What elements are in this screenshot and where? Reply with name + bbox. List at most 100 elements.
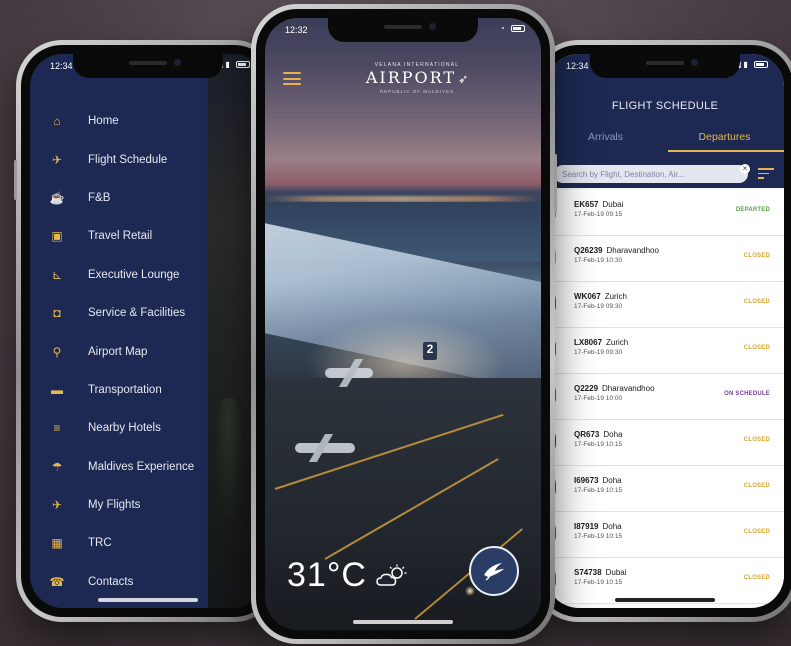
phone-home: 12:32 ◔ 2 VELANA INTERNATIONAL AIRPORT ➶ …: [251, 4, 557, 644]
status-time: 12:34: [50, 61, 73, 71]
flight-destination: Zurich: [606, 338, 629, 347]
menu-item-label: Contacts: [88, 575, 134, 588]
lounge-chair-icon: ⊾: [51, 267, 63, 282]
home-indicator[interactable]: [98, 598, 198, 602]
filter-icon[interactable]: [758, 168, 774, 180]
plane-takeoff-icon: ✈: [51, 498, 63, 513]
flight-number: Q26239: [574, 246, 603, 255]
menu-screen: 12:34 ▮▮ ⌂ Home ✈ Flight Schedule ☕ F&B ▣ Trave…: [30, 54, 266, 608]
flight-destination: Doha: [602, 476, 622, 485]
bird-logo-icon: [484, 563, 504, 581]
flight-destination: Dharavandhoo: [602, 384, 655, 393]
notch: [590, 54, 740, 78]
flight-number: EK657: [574, 200, 599, 209]
bus-icon: ▬: [51, 382, 63, 397]
menu-item-label: Service & Facilities: [88, 307, 186, 320]
menu-item-service-facilities[interactable]: ◘ Service & Facilities: [30, 294, 208, 332]
palm-tree-image: [214, 398, 244, 518]
map-pin-icon: ⚲: [52, 344, 62, 359]
contacts-icon: ☎: [49, 574, 65, 589]
flight-destination: Doha: [603, 430, 623, 439]
menu-item-travel-retail[interactable]: ▣ Travel Retail: [30, 217, 208, 255]
flight-number: I87919: [574, 522, 599, 531]
flight-number: S74738: [574, 568, 602, 577]
status-badge: CLOSED: [743, 483, 770, 489]
plane-icon: ✈: [51, 152, 63, 167]
battery-icon: [511, 25, 525, 33]
flight-destination: Dubai: [605, 568, 627, 577]
status-badge: CLOSED: [743, 345, 770, 351]
menu-item-label: Executive Lounge: [88, 268, 180, 281]
flight-list: EK657 Dubai 17-Feb-19 09:15 DEPARTED Q26239 D…: [546, 190, 784, 604]
menu-item-transportation[interactable]: ▬ Transportation: [30, 371, 208, 409]
flight-number: WK067: [574, 292, 601, 301]
flight-destination: Dubai: [602, 200, 624, 209]
menu-item-my-flights[interactable]: ✈ My Flights: [30, 486, 208, 524]
flight-row[interactable]: Q2229 Dharavandhoo 17-Feb-19 10:00 ON SCHED…: [546, 374, 784, 420]
airplane-image: [325, 368, 373, 378]
notch: [73, 54, 223, 78]
page-title: FLIGHT SCHEDULE: [611, 100, 719, 112]
temperature: 31°C: [287, 556, 367, 594]
flight-row[interactable]: EK657 Dubai 17-Feb-19 09:15 DEPARTED: [546, 190, 784, 236]
status-badge: CLOSED: [743, 253, 770, 259]
tab-departures[interactable]: Departures: [665, 128, 784, 152]
volume-button: [14, 160, 17, 200]
search-bar: [546, 160, 784, 188]
tab-arrivals[interactable]: Arrivals: [546, 128, 665, 152]
status-icons: ◔: [500, 24, 525, 33]
flight-number: LX8067: [574, 338, 603, 347]
hamburger-menu-icon[interactable]: [283, 72, 301, 85]
flight-row[interactable]: QR673 Doha 17-Feb-19 10:15 CLOSED: [546, 420, 784, 466]
status-time: 12:32: [285, 25, 308, 35]
menu-item-flight-schedule[interactable]: ✈ Flight Schedule: [30, 140, 208, 178]
menu-item-executive-lounge[interactable]: ⊾ Executive Lounge: [30, 256, 208, 294]
menu-item-airport-map[interactable]: ⚲ Airport Map: [30, 332, 208, 370]
flight-destination: Doha: [602, 522, 622, 531]
clear-search-icon[interactable]: ×: [740, 164, 750, 174]
calendar-icon: ▦: [51, 536, 63, 551]
home-indicator[interactable]: [353, 620, 453, 624]
home-icon: ⌂: [53, 114, 61, 129]
home-indicator[interactable]: [615, 598, 715, 602]
flight-row[interactable]: LX8067 Zurich 17-Feb-19 09:30 CLOSED: [546, 328, 784, 374]
wifi-icon: ◔: [499, 24, 507, 33]
service-icon: ◘: [53, 306, 61, 321]
menu-item-maldives-experience[interactable]: ☂ Maldives Experience: [30, 448, 208, 486]
phone-bezel: 12:32 ◔ 2 VELANA INTERNATIONAL AIRPORT ➶ …: [256, 9, 550, 639]
flight-row[interactable]: I87919 Doha 17-Feb-19 10:15 CLOSED: [546, 512, 784, 558]
menu-item-contacts[interactable]: ☎ Contacts: [30, 563, 208, 601]
flight-row[interactable]: WK067 Zurich 17-Feb-19 09:30 CLOSED: [546, 282, 784, 328]
phone-bezel: 12:34 ▮▮ ⌂ Home ✈ Flight Schedule ☕ F&B ▣ Trave…: [21, 45, 275, 617]
flight-row[interactable]: I69673 Doha 17-Feb-19 10:15 CLOSED: [546, 466, 784, 512]
notch: [328, 18, 478, 42]
phone-bezel: 12:34 ▮▮ FLIGHT SCHEDULE Arrivals Depart…: [537, 45, 791, 617]
menu-item-nearby-hotels[interactable]: ≡ Nearby Hotels: [30, 409, 208, 447]
gate-number: 2: [423, 342, 437, 360]
battery-icon: [754, 61, 768, 69]
flight-search-input[interactable]: [554, 165, 748, 183]
menu-item-trc[interactable]: ▦ TRC: [30, 524, 208, 562]
bird-logo-icon: ➶: [458, 72, 469, 86]
flight-action-button[interactable]: [469, 546, 519, 596]
airplane-image: [295, 443, 355, 453]
menu-item-label: My Flights: [88, 499, 141, 512]
menu-item-label: Airport Map: [88, 345, 148, 358]
phone-menu: 12:34 ▮▮ ⌂ Home ✈ Flight Schedule ☕ F&B ▣ Trave…: [14, 40, 280, 622]
partly-cloudy-icon: [375, 564, 409, 588]
airport-logo: VELANA INTERNATIONAL AIRPORT ➶ REPUBLIC O…: [357, 62, 477, 98]
battery-icon: [236, 61, 250, 69]
menu-item-f-b[interactable]: ☕ F&B: [30, 179, 208, 217]
menu-item-label: TRC: [88, 537, 112, 550]
flight-number: QR673: [574, 430, 600, 439]
menu-item-label: Home: [88, 115, 119, 128]
status-badge: CLOSED: [743, 437, 770, 443]
logo-sub-text: REPUBLIC OF MALDIVES: [379, 89, 454, 94]
flight-number: I69673: [574, 476, 599, 485]
bag-icon: ▣: [51, 229, 63, 244]
home-screen: 12:32 ◔ 2 VELANA INTERNATIONAL AIRPORT ➶ …: [265, 18, 541, 630]
menu-item-home[interactable]: ⌂ Home: [30, 102, 208, 140]
flight-row[interactable]: Q26239 Dharavandhoo 17-Feb-19 10:30 CLOSED: [546, 236, 784, 282]
logo-main-text: AIRPORT: [365, 68, 457, 87]
status-badge: ON SCHEDULE: [724, 391, 770, 397]
